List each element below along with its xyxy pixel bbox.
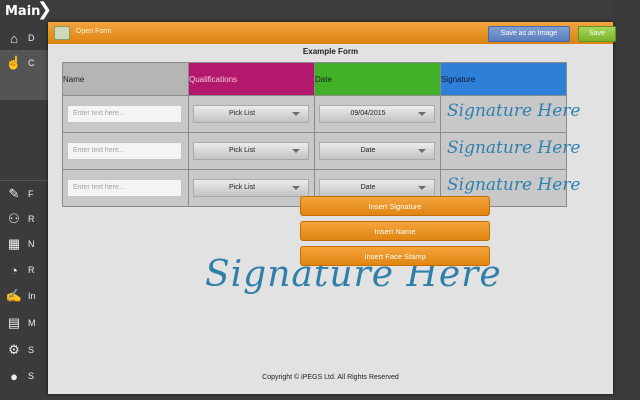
qualification-select[interactable]: Pick List: [193, 142, 309, 160]
name-input[interactable]: Enter text here...: [67, 105, 182, 123]
save-button[interactable]: Save: [578, 26, 616, 42]
sidebar: Main ❯ ⌂ D ☝ C ✎ F ⚇ R ▦ N ◔ R ✍ In ▤ M …: [0, 0, 52, 400]
sidebar-item-label: S: [28, 371, 35, 381]
insert-name-button[interactable]: Insert Name: [300, 221, 490, 241]
pencil-icon: ✎: [8, 186, 20, 201]
sidebar-item-label: D: [28, 33, 35, 43]
dropdown-arrow-icon: [292, 112, 300, 116]
qualification-value: Pick List: [228, 184, 256, 191]
sidebar-item-label: R: [28, 265, 35, 275]
date-value: Date: [360, 147, 376, 154]
dropdown-arrow-icon: [292, 186, 300, 190]
column-header-name: Name: [62, 62, 189, 96]
column-header-qualifications: Qualifications: [188, 62, 315, 96]
date-value: Date: [360, 184, 376, 191]
sidebar-item-label: C: [28, 58, 35, 68]
date-value: 09/04/2015: [350, 110, 386, 117]
qualification-cell: Pick List: [188, 95, 315, 133]
name-input[interactable]: Enter text here...: [67, 142, 182, 160]
pie-chart-icon: ◔: [10, 262, 18, 278]
insert-face-stamp-button[interactable]: Insert Face Stamp: [300, 246, 490, 266]
chat-bubble-icon: ●: [10, 368, 18, 384]
dropdown-arrow-icon: [418, 186, 426, 190]
form-title: Example Form: [302, 47, 359, 56]
users-icon: ⚇: [8, 211, 20, 226]
date-select[interactable]: Date: [319, 142, 435, 160]
thumbs-up-icon: ☝: [5, 55, 23, 70]
qualification-select[interactable]: Pick List: [193, 179, 309, 197]
qualification-value: Pick List: [228, 110, 256, 117]
chevron-right-icon[interactable]: ❯: [37, 0, 52, 20]
name-cell: Enter text here...: [62, 169, 189, 207]
date-select[interactable]: Date: [319, 179, 435, 197]
name-input[interactable]: Enter text here...: [67, 179, 182, 197]
table-row: Enter text here... Pick List 09/04/2015 …: [62, 95, 581, 133]
sidebar-item-label: In: [28, 291, 36, 301]
column-header-signature: Signature: [440, 62, 567, 96]
date-cell: 09/04/2015: [314, 95, 441, 133]
calendar-icon: ▦: [7, 236, 21, 251]
form-modal: Open Form Save as an Image Save Example …: [48, 22, 616, 394]
modal-header-bar: Open Form Save as an Image Save: [48, 22, 616, 44]
sidebar-item-label: S: [28, 345, 35, 355]
inbox-icon: ▤: [7, 315, 21, 330]
sidebar-item-label: M: [28, 318, 36, 328]
qualification-select[interactable]: Pick List: [193, 105, 309, 123]
date-cell: Date: [314, 132, 441, 170]
signature-placeholder: Signature Here: [447, 138, 581, 158]
copyright-text: Copyright © iPEGS Ltd. All Rights Reserv…: [262, 374, 399, 381]
name-cell: Enter text here...: [62, 132, 189, 170]
name-cell: Enter text here...: [62, 95, 189, 133]
qualification-cell: Pick List: [188, 169, 315, 207]
table-row: Enter text here... Pick List Date Signat…: [62, 132, 581, 170]
dropdown-arrow-icon: [418, 149, 426, 153]
signature-placeholder: Signature Here: [447, 101, 581, 121]
form-table: Name Qualifications Date Signature Enter…: [62, 62, 581, 207]
table-header-row: Name Qualifications Date Signature: [62, 62, 567, 96]
signature-placeholder: Signature Here: [447, 175, 581, 195]
qualification-cell: Pick List: [188, 132, 315, 170]
signature-cell[interactable]: Signature Here: [440, 95, 581, 133]
sidebar-item-label: F: [28, 189, 34, 199]
column-header-date: Date: [314, 62, 441, 96]
gear-icon: ⚙: [8, 342, 20, 357]
background-panel: [613, 0, 640, 400]
insert-signature-button[interactable]: Insert Signature: [300, 196, 490, 216]
save-as-image-button[interactable]: Save as an Image: [488, 26, 570, 42]
dropdown-arrow-icon: [292, 149, 300, 153]
signature-cell[interactable]: Signature Here: [440, 132, 581, 170]
modal-title: Open Form: [76, 28, 112, 35]
sidebar-divider: [0, 180, 48, 181]
form-icon: [54, 26, 70, 40]
dropdown-arrow-icon: [418, 112, 426, 116]
sidebar-item-label: N: [28, 239, 35, 249]
qualification-value: Pick List: [228, 147, 256, 154]
edit-icon: ✍: [5, 288, 23, 303]
date-select[interactable]: 09/04/2015: [319, 105, 435, 123]
sidebar-item-label: R: [28, 214, 35, 224]
home-icon: ⌂: [10, 30, 18, 46]
